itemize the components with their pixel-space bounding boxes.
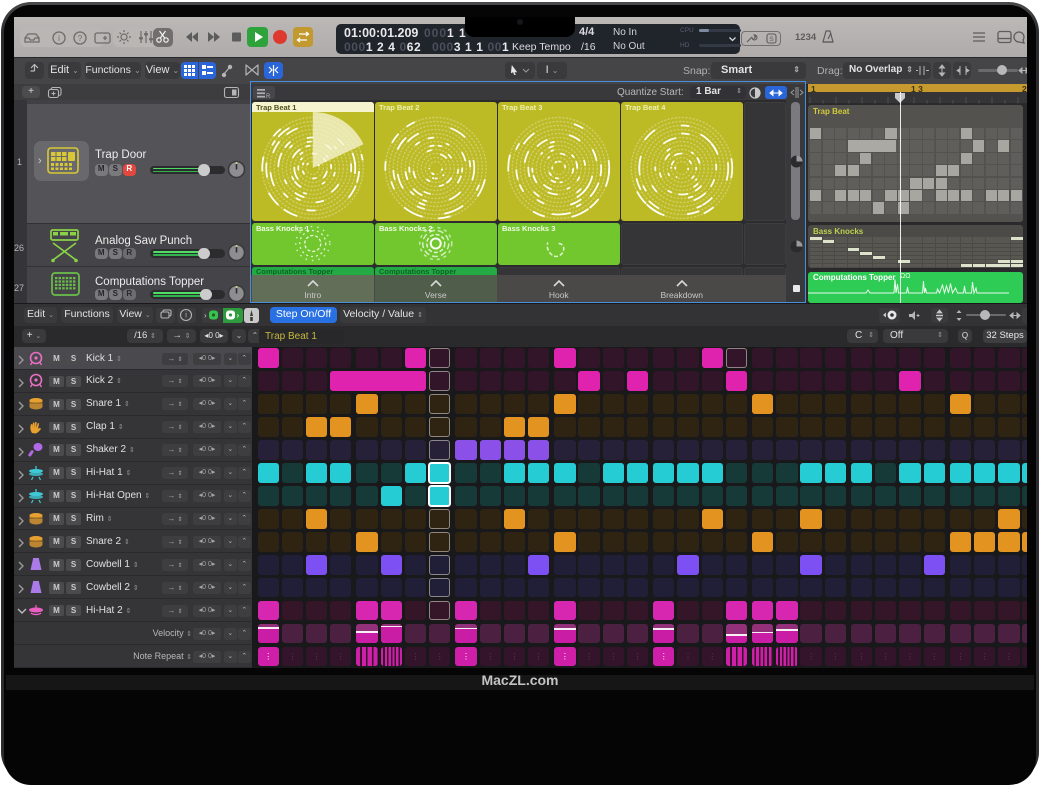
svg-text:S: S <box>769 36 774 43</box>
svg-text:R: R <box>266 94 271 100</box>
svg-text:i: i <box>58 34 60 43</box>
svg-text:›: › <box>204 311 207 320</box>
svg-text:i: i <box>185 311 187 320</box>
svg-text:?: ? <box>78 34 83 43</box>
svg-text:›: › <box>237 311 240 320</box>
